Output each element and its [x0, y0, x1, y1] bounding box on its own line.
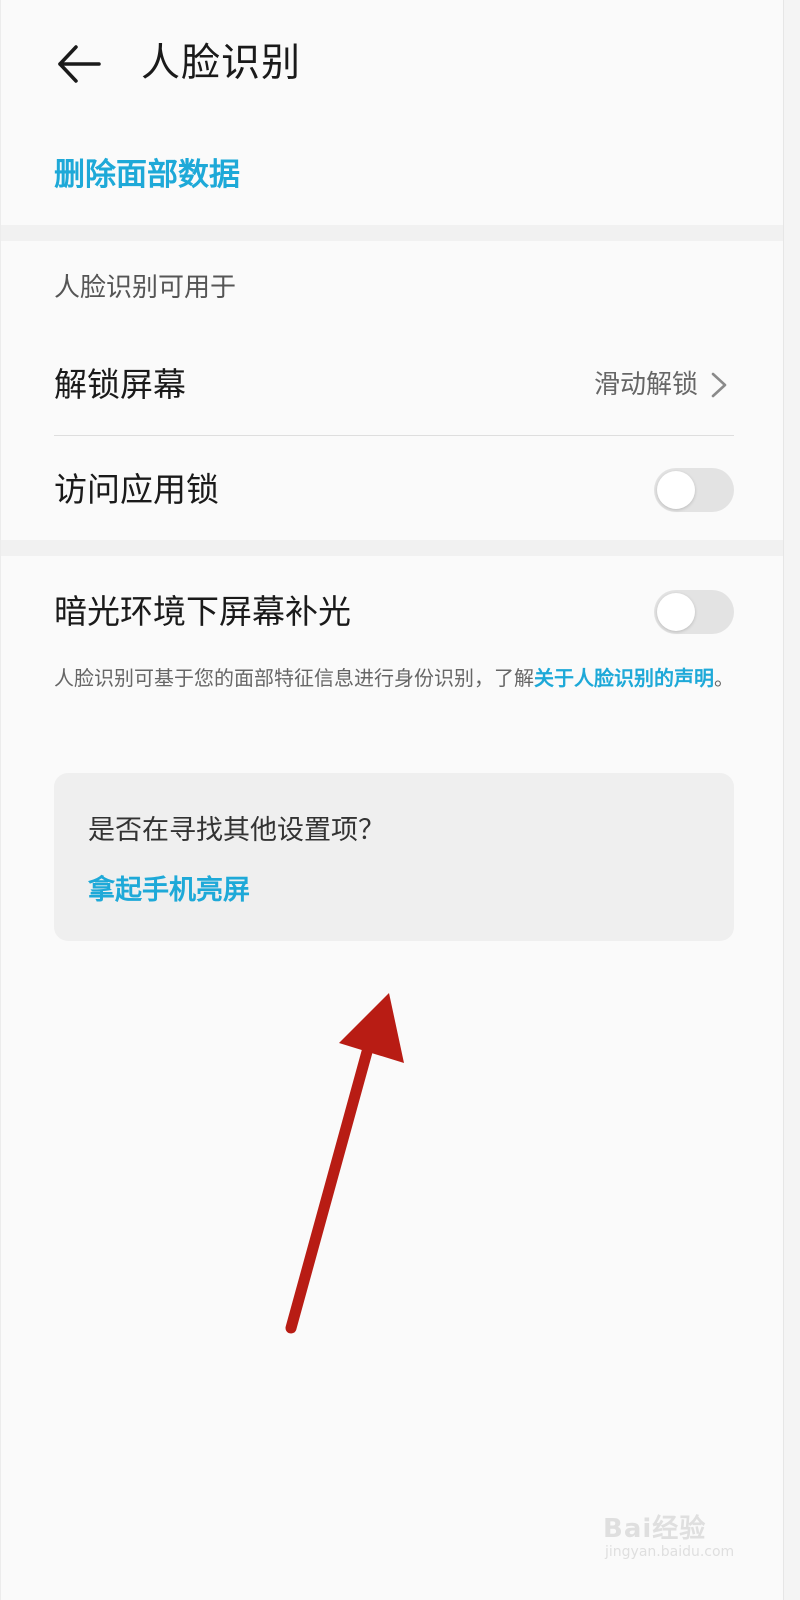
baidu-jingyan-watermark: Bai经验 jingyan.baidu.com — [603, 1508, 753, 1568]
section-caption: 人脸识别可用于 — [54, 273, 237, 303]
watermark-url: jingyan.baidu.com — [605, 1544, 735, 1560]
suggestion-card: 是否在寻找其他设置项？ 拿起手机亮屏 — [54, 773, 734, 941]
delete-face-data-button[interactable]: 删除面部数据 — [54, 150, 240, 200]
row-divider — [54, 435, 734, 436]
section-divider — [1, 225, 783, 241]
header: 人脸识别 — [1, 0, 783, 125]
low-light-fill-label: 暗光环境下屏幕补光 — [54, 592, 351, 631]
low-light-fill-toggle[interactable] — [654, 590, 734, 634]
unlock-screen-value: 滑动解锁 — [593, 370, 698, 400]
arrow-left-icon — [58, 45, 101, 83]
low-light-fill-row[interactable]: 暗光环境下屏幕补光 — [54, 572, 734, 652]
info-text-body: 人脸识别可基于您的面部特征信息进行身份识别，了解 — [54, 666, 534, 690]
page-title: 人脸识别 — [141, 41, 302, 86]
toggle-knob — [657, 593, 695, 631]
chevron-right-icon — [711, 372, 727, 398]
section-divider — [1, 540, 783, 556]
app-lock-row[interactable]: 访问应用锁 — [54, 450, 734, 530]
unlock-screen-row[interactable]: 解锁屏幕 滑动解锁 — [54, 345, 734, 425]
app-lock-label: 访问应用锁 — [54, 470, 219, 509]
info-text-suffix: 。 — [714, 666, 734, 690]
face-recognition-screen: 人脸识别 删除面部数据 人脸识别可用于 解锁屏幕 滑动解锁 访问应用锁 暗光环境… — [0, 0, 784, 1600]
raise-to-wake-link[interactable]: 拿起手机亮屏 — [88, 869, 250, 913]
privacy-info-text: 人脸识别可基于您的面部特征信息进行身份识别，了解关于人脸识别的声明。 — [54, 660, 739, 696]
watermark-brand: Bai经验 — [603, 1514, 707, 1544]
toggle-knob — [657, 471, 695, 509]
app-lock-toggle[interactable] — [654, 468, 734, 512]
unlock-screen-label: 解锁屏幕 — [54, 365, 186, 404]
suggestion-title: 是否在寻找其他设置项？ — [88, 815, 385, 846]
back-button[interactable] — [51, 36, 107, 92]
privacy-statement-link[interactable]: 关于人脸识别的声明 — [534, 666, 714, 690]
